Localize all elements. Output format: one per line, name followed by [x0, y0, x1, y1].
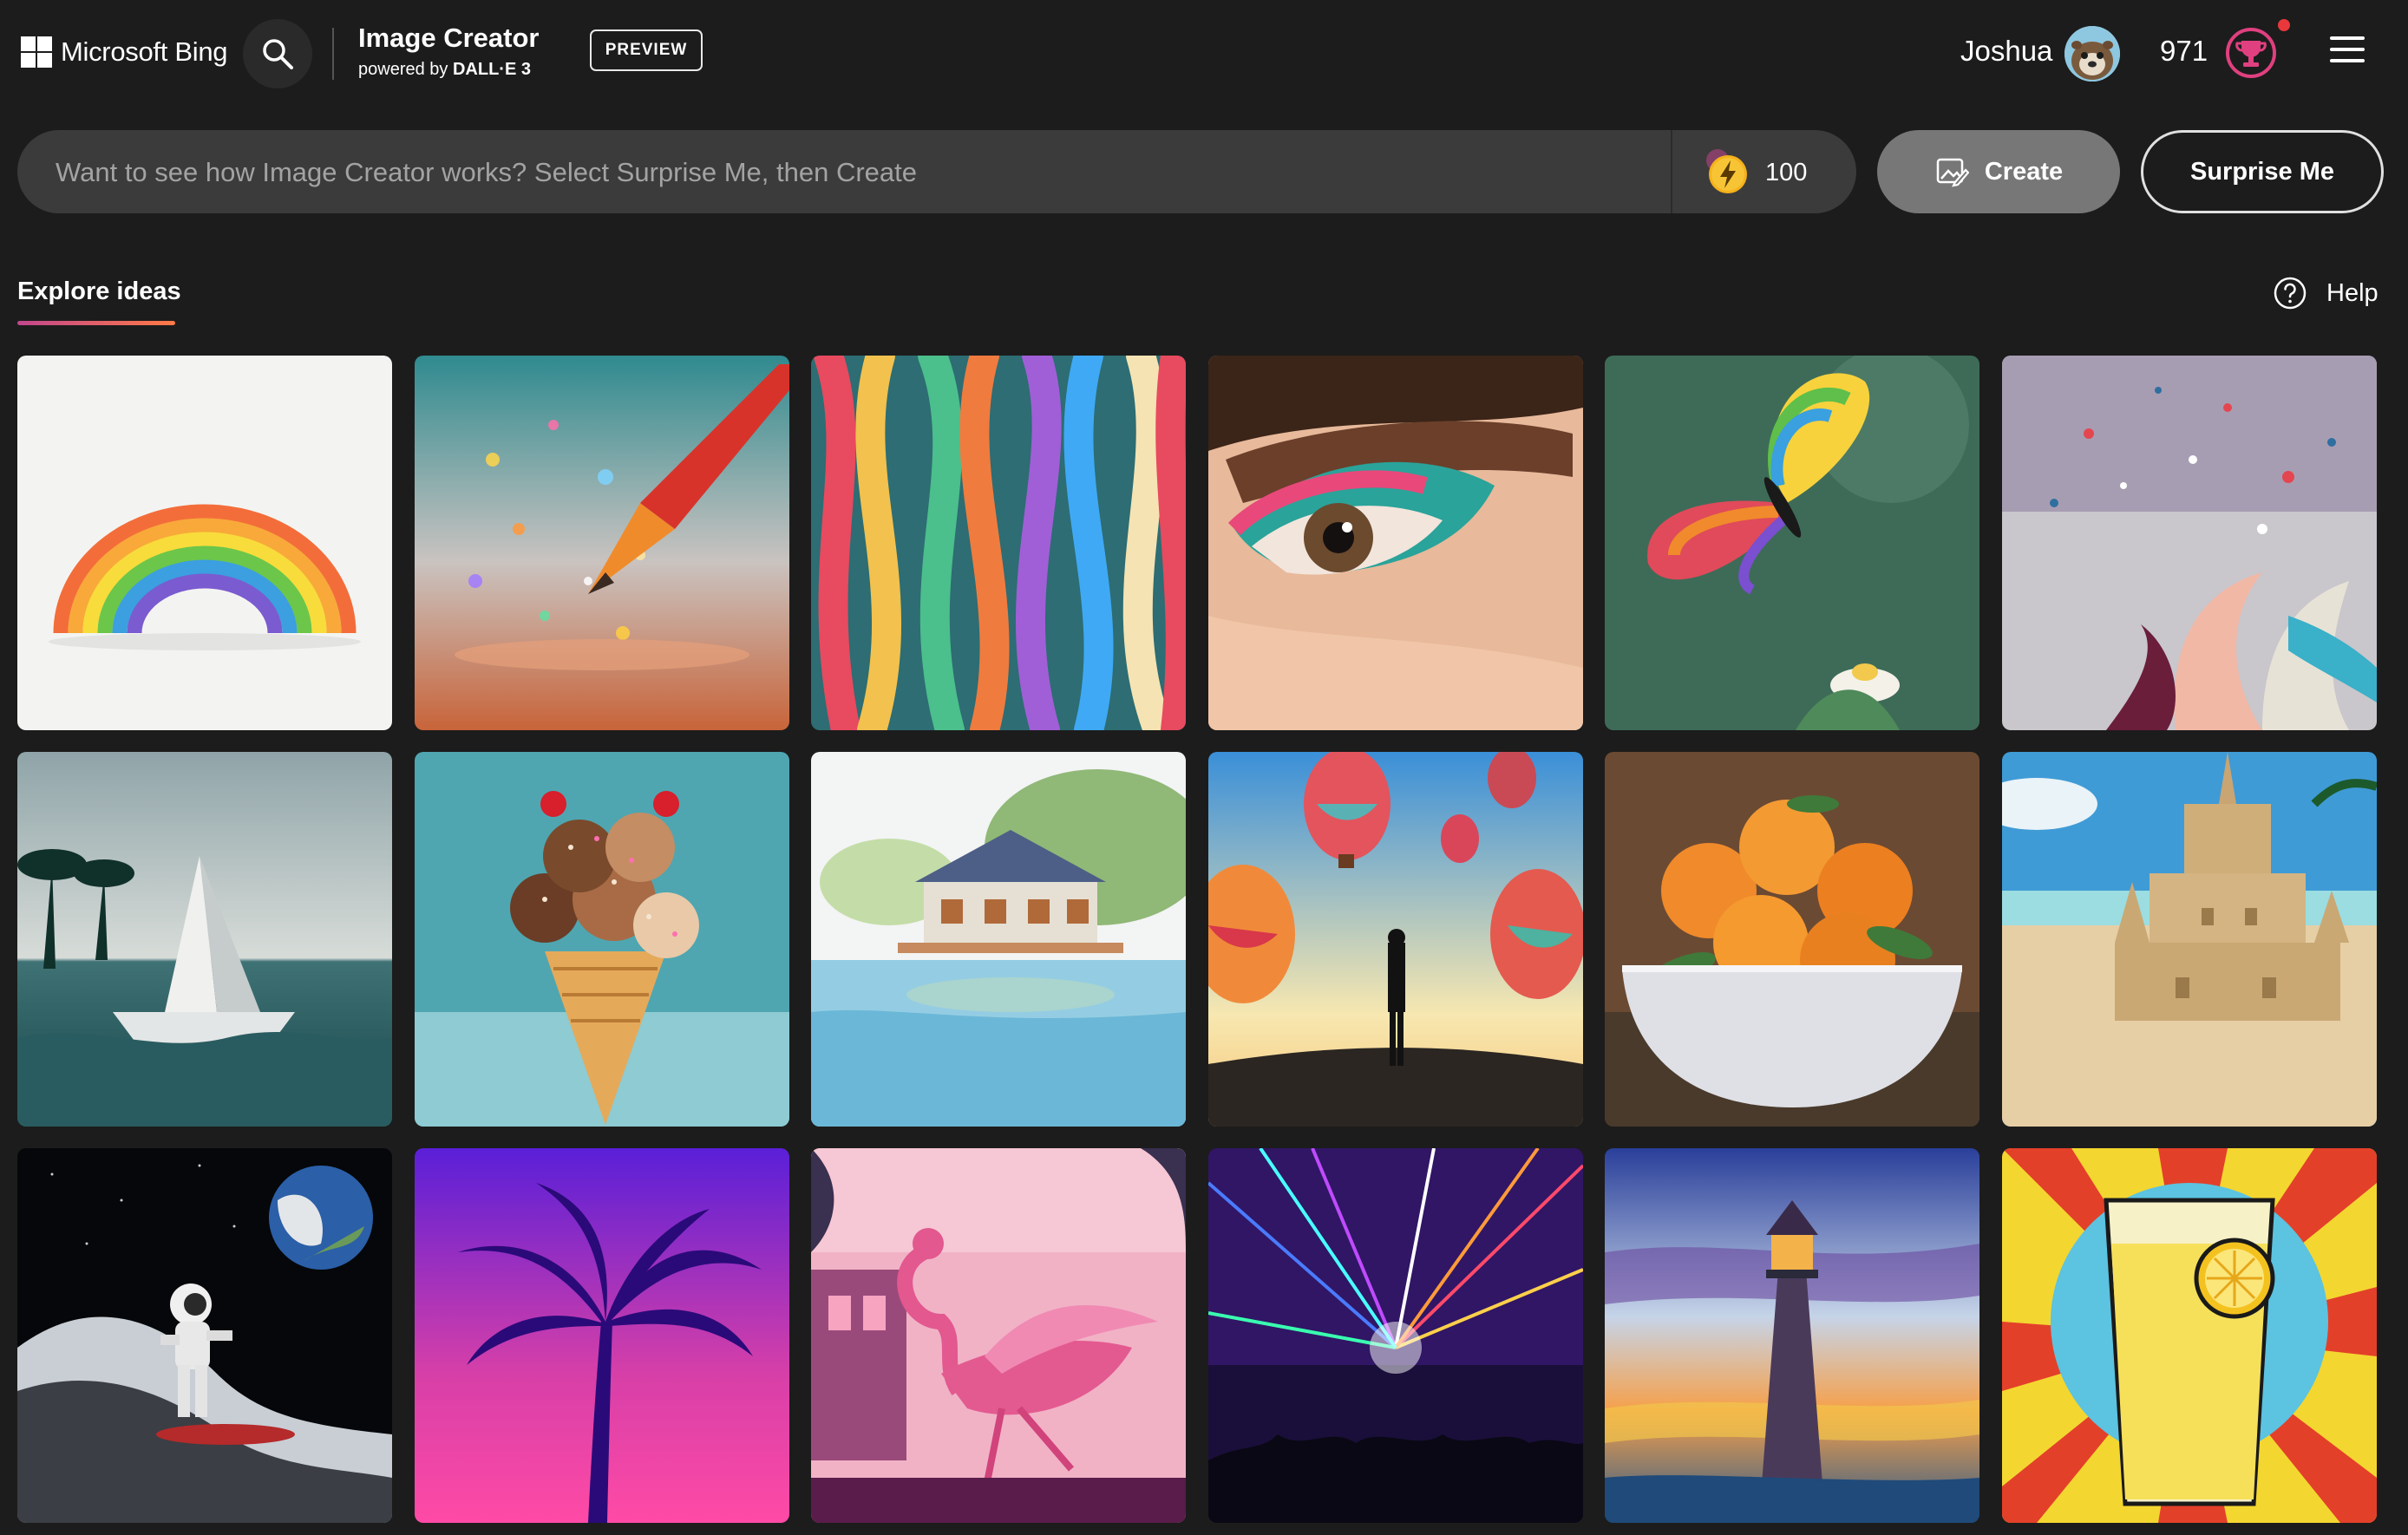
tab-explore-ideas[interactable]: Explore ideas — [17, 278, 181, 306]
prompt-input[interactable] — [54, 130, 1671, 215]
idea-tile-ice-cream-cone[interactable] — [414, 752, 789, 1127]
notification-dot — [2278, 19, 2290, 31]
help-circle-icon — [2274, 277, 2307, 310]
help-link[interactable]: Help — [2273, 276, 2379, 310]
boosts-count: 100 — [1765, 158, 1808, 186]
idea-tile-pink-flamingo[interactable] — [811, 1148, 1187, 1523]
idea-tile-sand-castle[interactable] — [2001, 752, 2377, 1127]
app-title-block: Image Creator powered by DALL·E 3 — [358, 23, 539, 82]
idea-tile-eye-makeup[interactable] — [1207, 356, 1583, 730]
powered-by-brand: DALL·E 3 — [452, 60, 531, 79]
ideas-grid — [17, 356, 2377, 1523]
reward-points[interactable]: 971 — [2160, 35, 2208, 68]
colorful-ribbons-image — [811, 356, 1187, 730]
idea-tile-laser-concert[interactable] — [1207, 1148, 1583, 1523]
surprise-me-button[interactable]: Surprise Me — [2141, 130, 2384, 213]
idea-tile-pointillist-lighthouse[interactable] — [1605, 1148, 1980, 1523]
vaporwave-palm-image — [414, 1148, 789, 1523]
astronaut-surfing-image — [17, 1148, 392, 1523]
pointillist-lighthouse-image — [1605, 1148, 1980, 1523]
lightning-coin-icon — [1706, 149, 1747, 193]
ice-cream-cone-image — [414, 752, 789, 1127]
eye-makeup-image — [1207, 356, 1583, 730]
idea-tile-paper-rainbow[interactable] — [17, 356, 392, 730]
idea-tile-vaporwave-palm[interactable] — [414, 1148, 789, 1523]
glitter-pencil-image — [414, 356, 789, 730]
idea-tile-hot-air-balloons[interactable] — [1207, 752, 1583, 1127]
tab-active-indicator — [17, 321, 175, 325]
pop-art-lemonade-image — [2001, 1148, 2377, 1523]
header-divider — [332, 28, 334, 80]
image-create-icon — [1936, 158, 1969, 187]
avatar[interactable] — [2064, 26, 2120, 82]
avatar-image — [2064, 26, 2120, 82]
help-label: Help — [2326, 278, 2379, 307]
top-header: Microsoft Bing Image Creator powered by … — [0, 0, 2408, 104]
idea-tile-pop-art-lemonade[interactable] — [2001, 1148, 2377, 1523]
idea-tile-glitter-pencil[interactable] — [414, 356, 789, 730]
powered-by: powered by DALL·E 3 — [358, 57, 539, 82]
hamburger-menu-icon[interactable] — [2330, 36, 2365, 68]
rainbow-butterfly-image — [1605, 356, 1980, 730]
idea-tile-oranges-bowl[interactable] — [1605, 752, 1980, 1127]
search-button[interactable] — [243, 19, 312, 88]
idea-tile-paper-boat-sea[interactable] — [17, 752, 392, 1127]
hot-air-balloons-image — [1207, 752, 1583, 1127]
powered-by-prefix: powered by — [358, 60, 448, 79]
user-name[interactable]: Joshua — [1960, 35, 2052, 68]
preview-badge: PREVIEW — [590, 29, 703, 71]
logo-text: Microsoft Bing — [61, 36, 228, 67]
search-icon — [263, 39, 293, 69]
idea-tile-watercolor-lake-house[interactable] — [811, 752, 1187, 1127]
paper-boat-sea-image — [17, 752, 392, 1127]
create-button[interactable]: Create — [1877, 130, 2120, 213]
idea-tile-paint-splash[interactable] — [2001, 356, 2377, 730]
paint-splash-image — [2001, 356, 2377, 730]
idea-tile-astronaut-surfing[interactable] — [17, 1148, 392, 1523]
app-title: Image Creator — [358, 23, 540, 53]
idea-tile-colorful-ribbons[interactable] — [811, 356, 1187, 730]
oranges-bowl-image — [1605, 752, 1980, 1127]
create-label: Create — [1984, 157, 2064, 186]
trophy-rewards-icon[interactable] — [2224, 26, 2278, 80]
sand-castle-image — [2001, 752, 2377, 1127]
paper-rainbow-image — [17, 356, 392, 730]
laser-concert-image — [1207, 1148, 1583, 1523]
boost-divider — [1671, 130, 1672, 213]
bing-logo[interactable]: Microsoft Bing — [21, 36, 228, 68]
prompt-bar: 100 — [17, 130, 1856, 215]
idea-tile-rainbow-butterfly[interactable] — [1605, 356, 1980, 730]
boosts-counter[interactable]: 100 — [1705, 149, 1807, 196]
microsoft-logo-icon — [21, 36, 52, 68]
pink-flamingo-image — [811, 1148, 1187, 1523]
watercolor-lake-house-image — [811, 752, 1187, 1127]
